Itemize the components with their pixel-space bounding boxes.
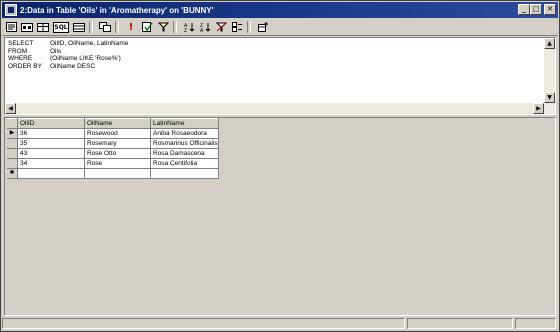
cell-oilname[interactable]: Rosemary	[84, 138, 151, 149]
toolbar-separator	[173, 21, 177, 33]
sort-ascending-icon: AZ	[184, 23, 194, 32]
cell-oilid[interactable]: 36	[17, 128, 85, 139]
status-panel-extra	[515, 318, 556, 329]
toolbar-separator	[89, 21, 93, 33]
grid-pane-button[interactable]	[36, 20, 50, 34]
sql-clause: OilID, OilName, LatinName	[50, 40, 129, 47]
query-window: 2:Data in Table 'Oils' in 'Aromatherapy'…	[0, 0, 560, 332]
sql-clause: OilName DESC	[50, 62, 96, 70]
current-row-indicator[interactable]: ▶	[7, 128, 18, 139]
use-group-by-button[interactable]	[230, 20, 244, 34]
title-bar: 2:Data in Table 'Oils' in 'Aromatherapy'…	[2, 2, 558, 18]
group-by-button[interactable]	[156, 20, 170, 34]
sql-pane[interactable]: SELECT OilID, OilName, LatinName FROM Oi…	[4, 37, 556, 115]
sort-ascending-button[interactable]: AZ	[182, 20, 196, 34]
remove-filter-icon	[215, 22, 227, 32]
grid-header-row: OilID OilName LatinName	[7, 118, 219, 129]
column-header-latinname[interactable]: LatinName	[150, 118, 219, 129]
sql-line-where: WHERE (OilName LIKE 'Rose%')	[8, 55, 128, 63]
diagram-pane-icon	[21, 22, 33, 32]
sort-descending-icon: ZA	[200, 23, 210, 32]
grid-pane-icon	[37, 22, 49, 32]
new-row-indicator[interactable]: ✱	[7, 168, 18, 179]
change-query-type-button[interactable]	[98, 20, 112, 34]
column-header-oilname[interactable]: OilName	[84, 118, 151, 129]
properties-button[interactable]	[4, 20, 18, 34]
new-cell-latinname[interactable]	[150, 168, 219, 179]
new-cell-oilid[interactable]	[17, 168, 85, 179]
cell-oilid[interactable]: 34	[17, 158, 85, 169]
sql-keyword: ORDER BY	[8, 62, 42, 70]
status-panel-main	[2, 318, 405, 329]
cell-oilname[interactable]: Rose Otto	[84, 148, 151, 159]
new-row[interactable]: ✱	[7, 168, 219, 179]
results-grid[interactable]: OilID OilName LatinName ▶ 36 Rosewood An…	[7, 118, 219, 179]
sql-line-order-by: ORDER BY OilName DESC	[8, 63, 128, 71]
results-pane-button[interactable]	[72, 20, 86, 34]
add-table-button[interactable]	[256, 20, 270, 34]
status-panel-secondary	[407, 318, 513, 329]
window-title: 2:Data in Table 'Oils' in 'Aromatherapy'…	[20, 5, 214, 15]
run-button[interactable]: !	[124, 20, 138, 34]
table-row[interactable]: 35 Rosemary Rosmarinus Officinalis	[7, 138, 219, 149]
group-by-icon	[157, 22, 169, 32]
sort-descending-button[interactable]: ZA	[198, 20, 212, 34]
row-selector-header[interactable]	[7, 118, 18, 129]
cell-latinname[interactable]: Aniba Rosaeodora	[150, 128, 219, 139]
minimize-button[interactable]: _	[518, 4, 530, 15]
cell-oilname[interactable]: Rosewood	[84, 128, 151, 139]
sql-keyword: FROM	[8, 47, 28, 55]
close-button[interactable]: ✕	[544, 4, 556, 15]
svg-text:A: A	[200, 28, 204, 32]
new-cell-oilname[interactable]	[84, 168, 151, 179]
run-icon: !	[128, 21, 134, 33]
sql-clause: (OilName LIKE 'Rose%')	[50, 55, 121, 63]
verify-sql-button[interactable]	[140, 20, 154, 34]
scroll-up-button[interactable]: ▲	[544, 38, 555, 49]
sql-horizontal-scrollbar[interactable]: ◀ ▶	[5, 103, 544, 114]
row-selector[interactable]	[7, 158, 18, 169]
table-app-icon[interactable]	[5, 4, 17, 16]
toolbar-separator	[247, 21, 251, 33]
diagram-pane-button[interactable]	[20, 20, 34, 34]
svg-text:Z: Z	[184, 28, 187, 32]
sql-pane-label: SQL	[53, 21, 69, 33]
cell-oilid[interactable]: 43	[17, 148, 85, 159]
window-controls: _ □ ✕	[518, 4, 556, 15]
table-row[interactable]: ▶ 36 Rosewood Aniba Rosaeodora	[7, 128, 219, 139]
sql-keyword: SELECT	[8, 40, 34, 47]
properties-icon	[5, 22, 17, 32]
query-type-icon	[99, 22, 111, 32]
cell-latinname[interactable]: Rosa Centifolia	[150, 158, 219, 169]
cell-latinname[interactable]: Rosa Damascena	[150, 148, 219, 159]
results-pane-icon	[73, 22, 85, 32]
row-selector[interactable]	[7, 138, 18, 149]
sql-keyword: WHERE	[8, 55, 33, 63]
column-header-oilid[interactable]: OilID	[17, 118, 85, 129]
sql-vertical-scrollbar[interactable]: ▲ ▼	[544, 38, 555, 114]
sql-clause: Oils	[50, 47, 62, 55]
sql-line-select: SELECT OilID, OilName, LatinName	[8, 40, 128, 48]
cell-oilid[interactable]: 35	[17, 138, 85, 149]
maximize-button[interactable]: □	[530, 4, 542, 15]
results-pane: OilID OilName LatinName ▶ 36 Rosewood An…	[4, 117, 556, 316]
status-bar	[2, 318, 558, 330]
use-group-by-icon	[231, 22, 242, 32]
table-row[interactable]: 43 Rose Otto Rosa Damascena	[7, 148, 219, 159]
scroll-down-button[interactable]: ▼	[544, 92, 555, 103]
row-selector[interactable]	[7, 148, 18, 159]
verify-sql-icon	[141, 22, 153, 32]
sql-line-from: FROM Oils	[8, 48, 128, 56]
remove-filter-button[interactable]	[214, 20, 228, 34]
cell-oilname[interactable]: Rose	[84, 158, 151, 169]
scroll-left-button[interactable]: ◀	[5, 103, 16, 114]
toolbar-separator	[115, 21, 119, 33]
cell-latinname[interactable]: Rosmarinus Officinalis	[150, 138, 219, 149]
table-row[interactable]: 34 Rose Rosa Centifolia	[7, 158, 219, 169]
add-table-icon	[257, 22, 268, 32]
scroll-right-button[interactable]: ▶	[533, 103, 544, 114]
toolbar: SQL ! AZ ZA	[2, 19, 558, 36]
sql-pane-button[interactable]: SQL	[52, 20, 70, 34]
sql-statement[interactable]: SELECT OilID, OilName, LatinName FROM Oi…	[8, 40, 128, 70]
